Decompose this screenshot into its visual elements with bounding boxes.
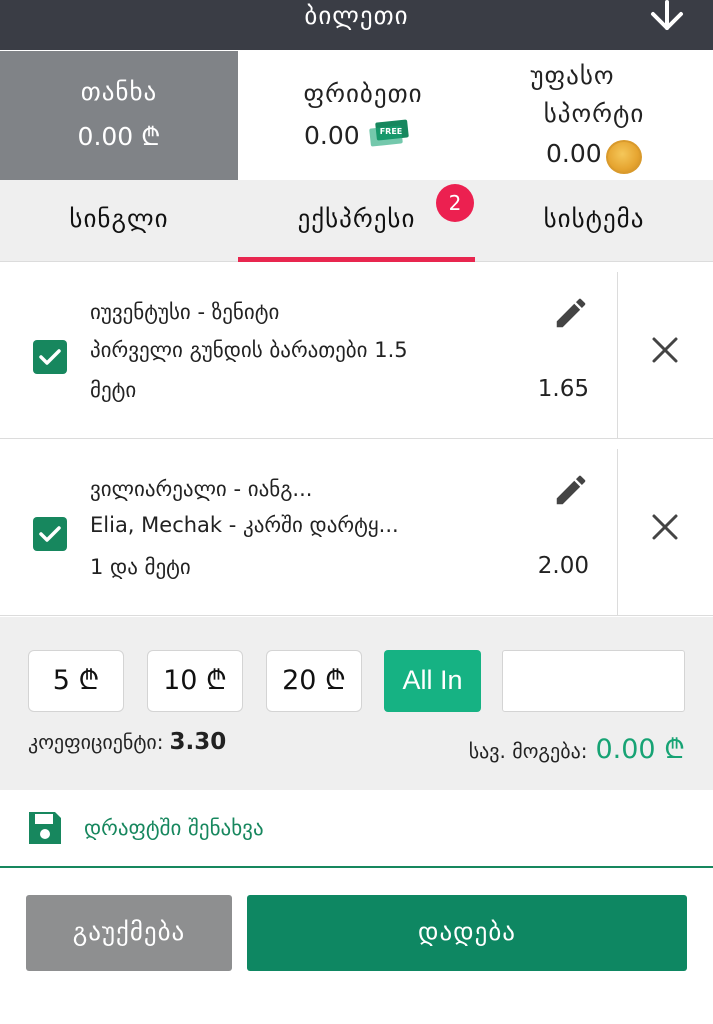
bet-item: ვილიარეალი - იანგ... Elia, Mechak - კარშ… bbox=[0, 439, 713, 616]
cancel-button[interactable]: გაუქმება bbox=[26, 895, 232, 971]
bet-selection: მეტი bbox=[90, 378, 137, 402]
balance-cash[interactable]: თანხა 0.00 ₾ bbox=[0, 51, 238, 180]
save-draft-row[interactable]: დრაფტში შენახვა bbox=[0, 790, 713, 868]
save-draft-label: დრაფტში შენახვა bbox=[84, 816, 264, 840]
balance-freebet-value: 0.00 bbox=[304, 121, 360, 150]
possible-win-value: 0.00 ₾ bbox=[595, 734, 685, 765]
floppy-disk-icon bbox=[25, 808, 65, 848]
free-ticket-text: FREE bbox=[380, 127, 403, 136]
coefficient-row: კოეფიციენტი: 3.30 bbox=[28, 729, 226, 755]
close-icon[interactable] bbox=[650, 335, 680, 365]
balance-freebet-label: ფრიბეთი bbox=[303, 79, 423, 108]
bet-selection: 1 და მეტი bbox=[90, 555, 191, 579]
bet-odds: 1.65 bbox=[537, 376, 589, 402]
balance-sport-label-1: უფასო bbox=[530, 61, 615, 90]
possible-win-label: სავ. მოგება: bbox=[468, 739, 588, 763]
edit-pencil-icon[interactable] bbox=[552, 471, 590, 509]
balance-cash-label: თანხა bbox=[80, 77, 158, 106]
all-in-button[interactable]: All In bbox=[384, 650, 481, 712]
checkmark-icon bbox=[39, 526, 61, 542]
divider bbox=[617, 272, 618, 438]
free-ticket-icon: FREE bbox=[368, 119, 410, 153]
quick-stake-10-button[interactable]: 10 ₾ bbox=[147, 650, 243, 712]
balance-freebet[interactable]: ფრიბეთი 0.00 FREE bbox=[238, 51, 424, 180]
header-bar: ბილეთი bbox=[0, 0, 713, 50]
coefficient-label: კოეფიციენტი: bbox=[28, 730, 164, 754]
arrow-down-icon[interactable] bbox=[645, 0, 689, 34]
quick-stake-5-button[interactable]: 5 ₾ bbox=[28, 650, 124, 712]
coefficient-value: 3.30 bbox=[169, 729, 227, 755]
express-count-badge: 2 bbox=[436, 184, 474, 222]
checkmark-icon bbox=[39, 349, 61, 365]
divider bbox=[617, 449, 618, 615]
bet-checkbox[interactable] bbox=[33, 340, 67, 374]
bet-type-tabs: სინგლი ექსპრესი სისტემა bbox=[0, 180, 713, 262]
tab-system[interactable]: სისტემა bbox=[475, 180, 713, 262]
edit-pencil-icon[interactable] bbox=[552, 294, 590, 332]
balance-sport-label-2: სპორტი bbox=[543, 99, 645, 128]
bet-item: იუვენტუსი - ზენიტი პირველი გუნდის ბარათე… bbox=[0, 262, 713, 439]
bet-checkbox[interactable] bbox=[33, 517, 67, 551]
stake-panel: 5 ₾ 10 ₾ 20 ₾ All In კოეფიციენტი: 3.30 სა… bbox=[0, 617, 713, 790]
close-icon[interactable] bbox=[650, 512, 680, 542]
balance-cash-value: 0.00 ₾ bbox=[77, 122, 161, 151]
coin-icon bbox=[606, 140, 642, 174]
place-bet-button[interactable]: დადება bbox=[247, 895, 687, 971]
bet-match: ვილიარეალი - იანგ... bbox=[90, 477, 313, 501]
stake-amount-input[interactable] bbox=[502, 650, 685, 712]
quick-stake-20-button[interactable]: 20 ₾ bbox=[266, 650, 362, 712]
bet-odds: 2.00 bbox=[537, 553, 589, 579]
bet-match: იუვენტუსი - ზენიტი bbox=[90, 300, 280, 324]
bet-market: Elia, Mechak - კარში დარტყ... bbox=[90, 513, 399, 537]
balance-sport-value: 0.00 bbox=[546, 139, 602, 168]
bet-market: პირველი გუნდის ბარათები 1.5 bbox=[90, 338, 408, 362]
possible-win-row: სავ. მოგება: 0.00 ₾ bbox=[469, 729, 685, 766]
tab-single[interactable]: სინგლი bbox=[0, 180, 238, 262]
page-title: ბილეთი bbox=[304, 1, 409, 30]
